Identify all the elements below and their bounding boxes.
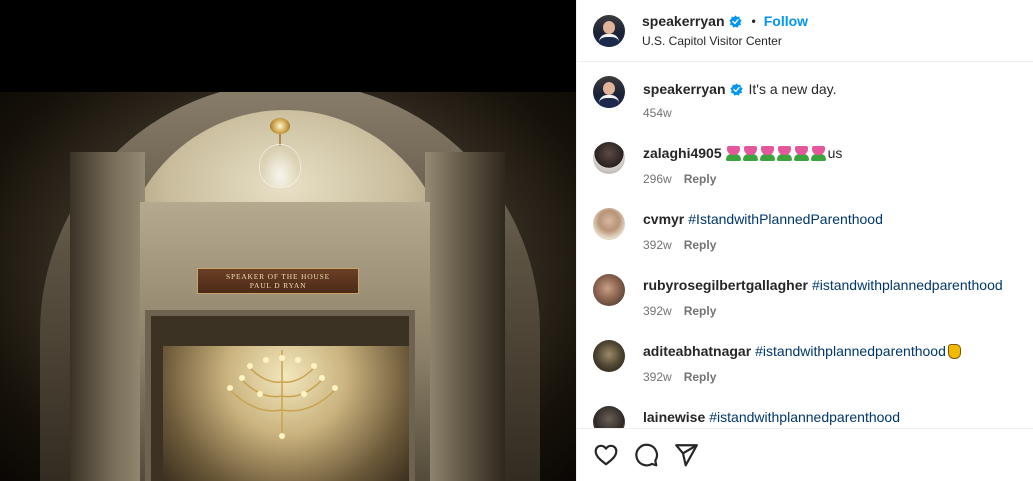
post-photo: SPEAKER OF THE HOUSE PAUL D RYAN — [0, 92, 576, 481]
commenter-avatar[interactable] — [593, 208, 625, 240]
caption: speakerryan It's a new day. 454w — [593, 76, 837, 120]
comment-username[interactable]: zalaghi4905 — [643, 144, 722, 162]
lamp-cap — [270, 118, 290, 134]
comment-hashtag[interactable]: #istandwithplannedparenthood — [812, 276, 1003, 294]
tulip-icon — [725, 145, 741, 161]
verified-badge-icon — [728, 14, 742, 28]
comment-item: rubyrosegilbertgallagher #istandwithplan… — [593, 274, 1003, 318]
follow-button[interactable]: Follow — [764, 13, 808, 29]
comment-age[interactable]: 392w — [643, 304, 672, 318]
caption-avatar[interactable] — [593, 76, 625, 108]
comment-username[interactable]: rubyrosegilbertgallagher — [643, 276, 808, 294]
tulip-icon — [776, 145, 792, 161]
author-avatar[interactable] — [593, 14, 625, 47]
photo-pillar-left — [70, 152, 145, 481]
post-actions-bar — [577, 428, 1033, 481]
comment-age[interactable]: 296w — [643, 172, 672, 186]
reply-button[interactable]: Reply — [684, 370, 717, 384]
photo-pillar-right — [425, 152, 505, 481]
comment-username[interactable]: aditeabhatnagar — [643, 342, 751, 360]
lamp-globe — [259, 144, 301, 188]
tulip-icon — [810, 145, 826, 161]
commenter-avatar[interactable] — [593, 406, 625, 428]
share-icon[interactable] — [673, 442, 699, 468]
comment-item: cvmyr #IstandwithPlannedParenthood 392w … — [593, 208, 883, 252]
comment-item: aditeabhatnagar #istandwithplannedparent… — [593, 340, 961, 384]
speaker-nameplate: SPEAKER OF THE HOUSE PAUL D RYAN — [197, 268, 359, 294]
post-location[interactable]: U.S. Capitol Visitor Center — [642, 34, 808, 48]
post-header: speakerryan • Follow U.S. Capitol Visito… — [577, 0, 1033, 62]
nameplate-line-1: SPEAKER OF THE HOUSE — [226, 272, 330, 281]
reply-button[interactable]: Reply — [684, 238, 717, 252]
commenter-avatar[interactable] — [593, 340, 625, 372]
tulip-icon — [759, 145, 775, 161]
nameplate-line-2: PAUL D RYAN — [249, 281, 307, 290]
caption-username[interactable]: speakerryan — [643, 80, 726, 98]
reply-button[interactable]: Reply — [684, 172, 717, 186]
tulip-icon — [742, 145, 758, 161]
comment-username[interactable]: cvmyr — [643, 210, 684, 228]
post-sidebar: speakerryan • Follow U.S. Capitol Visito… — [576, 0, 1033, 481]
raised-hand-icon — [947, 343, 961, 359]
header-separator: • — [751, 14, 756, 28]
reply-button[interactable]: Reply — [684, 304, 717, 318]
comment-item: zalaghi4905 us 296w Reply — [593, 142, 842, 186]
comments-list[interactable]: speakerryan It's a new day. 454w zalaghi… — [577, 62, 1033, 428]
comment-text: us — [827, 145, 843, 161]
comment-age[interactable]: 392w — [643, 370, 672, 384]
commenter-avatar[interactable] — [593, 142, 625, 174]
comment-hashtag[interactable]: #IstandwithPlannedParenthood — [688, 210, 883, 228]
caption-age[interactable]: 454w — [643, 106, 672, 120]
verified-badge-icon — [729, 82, 743, 96]
tulip-emoji-group — [725, 145, 828, 161]
commenter-avatar[interactable] — [593, 274, 625, 306]
comment-age[interactable]: 392w — [643, 238, 672, 252]
comment-hashtag[interactable]: #istandwithplannedparenthood — [709, 408, 900, 426]
heart-icon[interactable] — [593, 442, 619, 468]
chandelier — [227, 350, 338, 439]
author-username[interactable]: speakerryan — [642, 13, 725, 29]
comment-hashtag[interactable]: #istandwithplannedparenthood — [755, 342, 946, 360]
post-media[interactable]: SPEAKER OF THE HOUSE PAUL D RYAN — [0, 0, 576, 481]
comment-username[interactable]: lainewise — [643, 408, 705, 426]
caption-text: It's a new day. — [748, 81, 837, 97]
comment-icon[interactable] — [633, 442, 659, 468]
comment-item: lainewise #istandwithplannedparenthood — [593, 406, 900, 428]
tulip-icon — [793, 145, 809, 161]
